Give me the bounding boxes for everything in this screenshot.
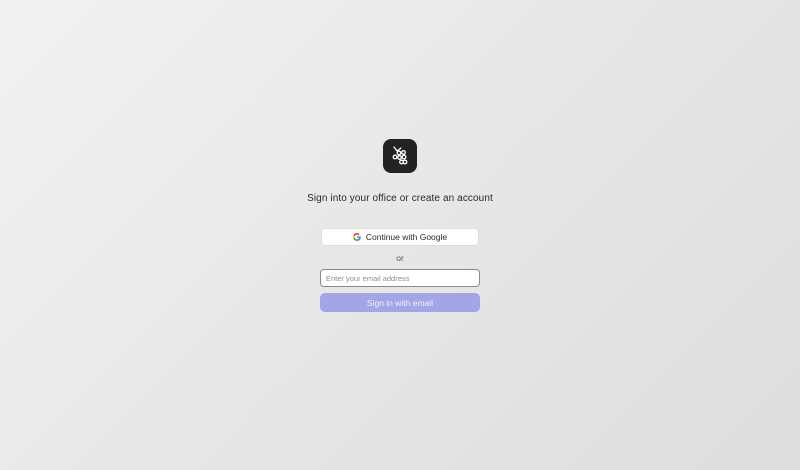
sign-in-with-email-button[interactable]: Sign in with email: [320, 293, 480, 312]
email-input[interactable]: [320, 269, 480, 287]
login-panel: Sign into your office or create an accou…: [0, 0, 800, 470]
page-title: Sign into your office or create an accou…: [307, 193, 493, 204]
continue-with-google-button[interactable]: Continue with Google: [321, 228, 479, 246]
google-g-icon: [352, 233, 361, 241]
google-button-label: Continue with Google: [365, 232, 448, 242]
app-logo: [383, 139, 417, 173]
grape-cluster-icon: [392, 146, 408, 165]
or-divider: or: [396, 253, 404, 263]
